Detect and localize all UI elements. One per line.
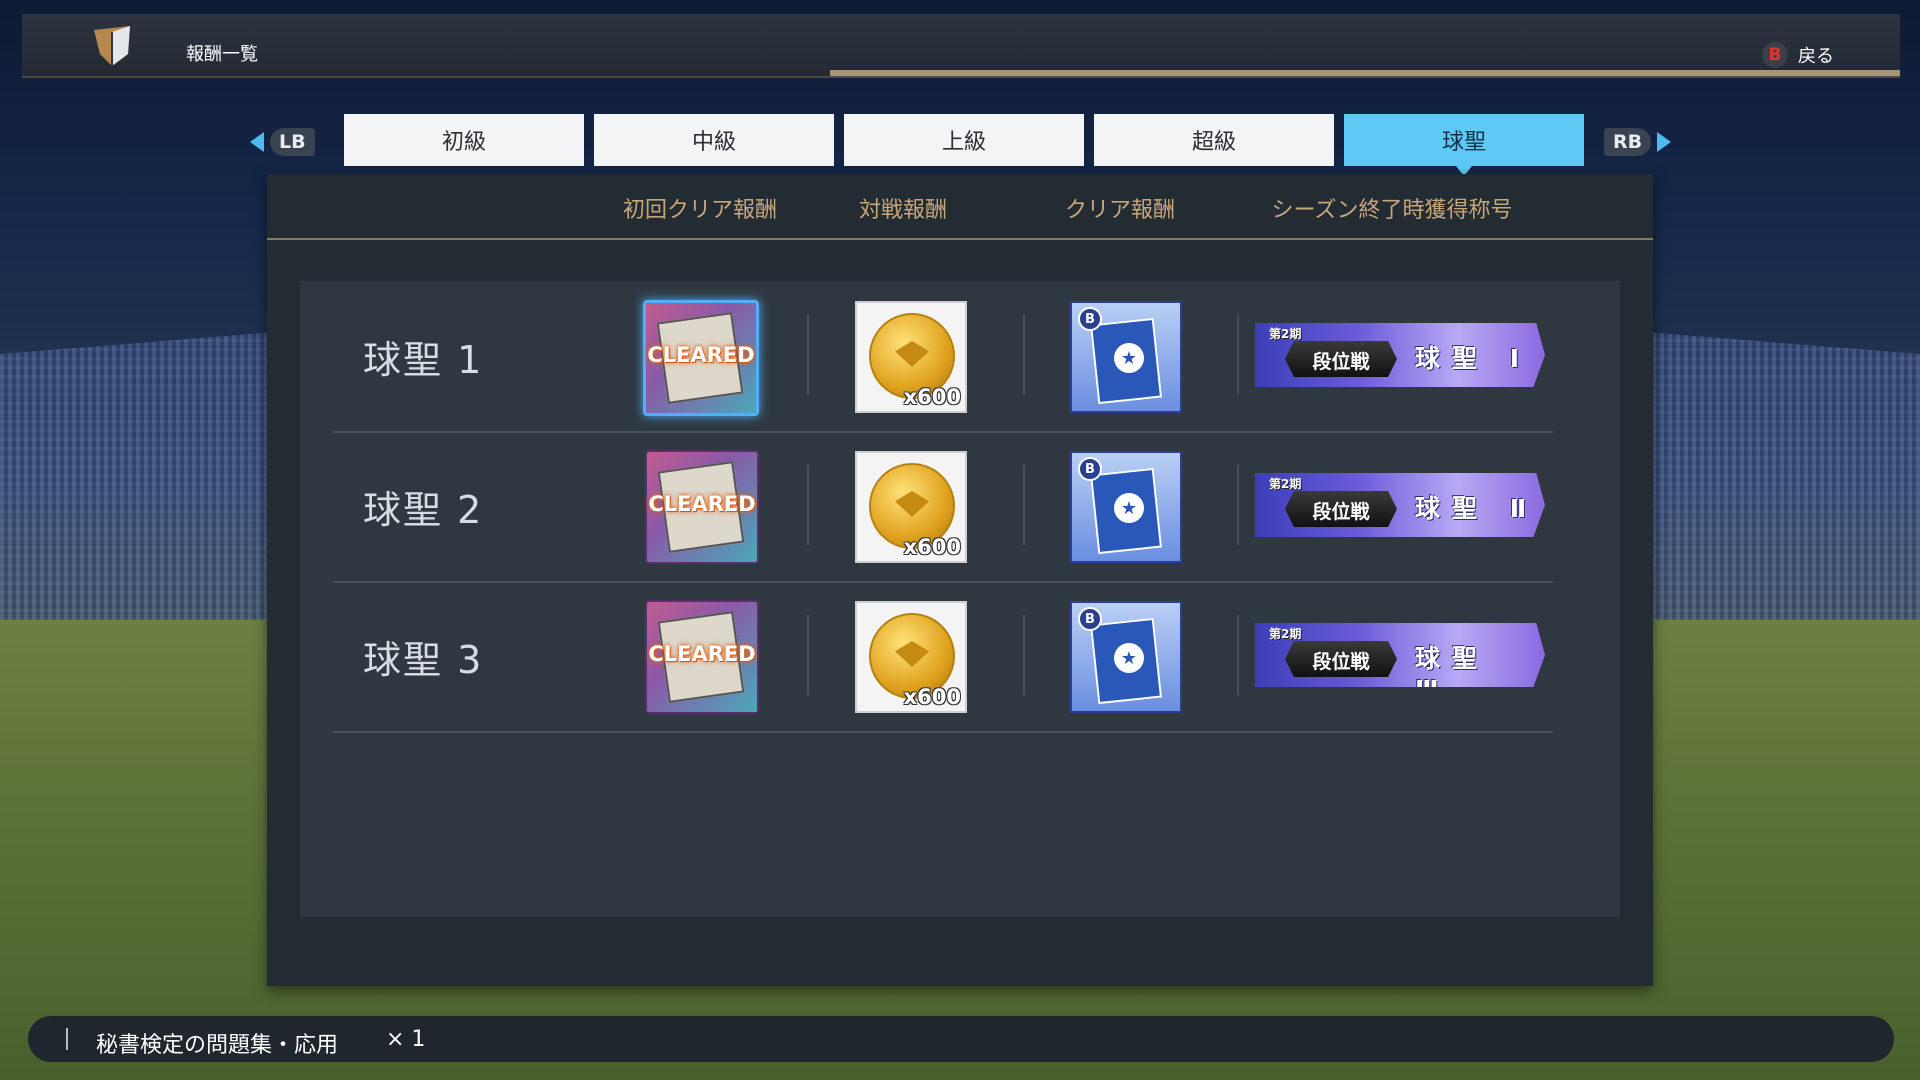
b-button-icon: B xyxy=(1762,42,1788,68)
divider xyxy=(807,465,809,545)
difficulty-tabs: LB 初級 中級 上級 超級 球聖 RB xyxy=(0,114,1920,176)
stadium-stands-right xyxy=(1620,330,1920,630)
battle-reward[interactable]: x600 xyxy=(855,451,967,563)
reward-row[interactable]: 球聖 1 CLEARED x600 ★ B 段位戦 第2期 球聖 Ⅰ xyxy=(333,281,1553,433)
emblem-icon: ★ xyxy=(1114,493,1144,523)
first-clear-reward[interactable]: CLEARED xyxy=(643,300,759,416)
row-label: 球聖 1 xyxy=(363,338,484,382)
cleared-stamp: CLEARED xyxy=(647,343,755,367)
title-badge-icon: 段位戦 xyxy=(1285,341,1397,377)
cleared-stamp: CLEARED xyxy=(648,642,756,666)
ballpark-mark-icon xyxy=(895,341,929,367)
back-label: 戻る xyxy=(1798,46,1834,67)
emblem-icon: ★ xyxy=(1114,343,1144,373)
item-info-bar: 秘書検定の問題集・応用 × 1 xyxy=(28,1016,1894,1062)
divider xyxy=(807,615,809,695)
column-clear: クリア報酬 xyxy=(1064,198,1175,223)
divider xyxy=(1237,465,1239,545)
divider xyxy=(807,315,809,395)
tab-shokyu[interactable]: 初級 xyxy=(344,114,584,166)
title-left-text: 段位戦 xyxy=(1312,651,1370,673)
arrow-right-icon xyxy=(1657,132,1672,152)
season-title-badge[interactable]: 段位戦 第2期 球聖 Ⅱ xyxy=(1255,473,1545,537)
rewards-panel: 初回クリア報酬 対戦報酬 クリア報酬 シーズン終了時獲得称号 球聖 1 CLEA… xyxy=(267,174,1653,986)
column-battle: 対戦報酬 xyxy=(858,198,947,223)
title-season: 第2期 xyxy=(1269,627,1302,641)
rb-bumper[interactable]: RB xyxy=(1604,128,1672,156)
tab-kyusei[interactable]: 球聖 xyxy=(1344,114,1584,176)
reward-row[interactable]: 球聖 3 CLEARED x600 ★ B 段位戦 第2期 球聖 Ⅲ xyxy=(333,581,1553,733)
card-rank-badge: B xyxy=(1078,457,1102,481)
divider xyxy=(1237,615,1239,695)
ballpark-mark-icon xyxy=(895,491,929,517)
title-season: 第2期 xyxy=(1269,327,1302,341)
title-right-text: 球聖 Ⅱ xyxy=(1415,494,1539,523)
divider xyxy=(1023,315,1025,395)
title-badge-icon: 段位戦 xyxy=(1285,641,1397,677)
title-left-text: 段位戦 xyxy=(1312,351,1370,373)
logo-icon xyxy=(90,24,134,68)
card-rank-badge: B xyxy=(1078,307,1102,331)
rb-label: RB xyxy=(1604,128,1652,156)
card-rank-badge: B xyxy=(1078,607,1102,631)
divider xyxy=(1237,315,1239,395)
season-title-badge[interactable]: 段位戦 第2期 球聖 Ⅰ xyxy=(1255,323,1545,387)
coin-quantity: x600 xyxy=(903,685,961,709)
divider xyxy=(1023,615,1025,695)
divider xyxy=(1023,465,1025,545)
tab-chukyu[interactable]: 中級 xyxy=(594,114,834,166)
rewards-list: 球聖 1 CLEARED x600 ★ B 段位戦 第2期 球聖 Ⅰ 球聖 2 … xyxy=(300,281,1620,917)
row-label: 球聖 2 xyxy=(363,488,484,532)
title-left-text: 段位戦 xyxy=(1312,501,1370,523)
back-button[interactable]: B 戻る xyxy=(1762,42,1834,68)
clear-reward[interactable]: ★ B xyxy=(1070,451,1182,563)
lb-label: LB xyxy=(270,128,315,156)
first-clear-reward[interactable]: CLEARED xyxy=(645,450,759,564)
column-first-clear: 初回クリア報酬 xyxy=(622,198,777,223)
cleared-stamp: CLEARED xyxy=(648,492,756,516)
tab-chokyu[interactable]: 超級 xyxy=(1094,114,1334,166)
first-clear-reward[interactable]: CLEARED xyxy=(645,600,759,714)
season-title-badge[interactable]: 段位戦 第2期 球聖 Ⅲ xyxy=(1255,623,1545,687)
stadium-stands-left xyxy=(0,330,300,630)
title-season: 第2期 xyxy=(1269,477,1302,491)
column-headers: 初回クリア報酬 対戦報酬 クリア報酬 シーズン終了時獲得称号 xyxy=(267,174,1653,240)
battle-reward[interactable]: x600 xyxy=(855,301,967,413)
title-badge-icon: 段位戦 xyxy=(1285,491,1397,527)
coin-quantity: x600 xyxy=(903,535,961,559)
title-right-text: 球聖 Ⅰ xyxy=(1415,344,1532,373)
tab-jokyu[interactable]: 上級 xyxy=(844,114,1084,166)
ballpark-mark-icon xyxy=(895,641,929,667)
row-label: 球聖 3 xyxy=(363,638,484,682)
battle-reward[interactable]: x600 xyxy=(855,601,967,713)
header-bar: 報酬一覧 B 戻る xyxy=(22,14,1900,78)
item-name: 秘書検定の問題集・応用 xyxy=(96,1033,339,1058)
header-underline xyxy=(830,70,1900,76)
footer-divider xyxy=(66,1028,68,1050)
title-right-text: 球聖 Ⅲ xyxy=(1415,644,1490,704)
item-quantity: × 1 xyxy=(386,1027,426,1052)
reward-row[interactable]: 球聖 2 CLEARED x600 ★ B 段位戦 第2期 球聖 Ⅱ xyxy=(333,431,1553,583)
coin-quantity: x600 xyxy=(903,385,961,409)
clear-reward[interactable]: ★ B xyxy=(1070,301,1182,413)
column-season-title: シーズン終了時獲得称号 xyxy=(1271,198,1513,223)
clear-reward[interactable]: ★ B xyxy=(1070,601,1182,713)
lb-bumper[interactable]: LB xyxy=(250,128,315,156)
arrow-left-icon xyxy=(250,132,264,152)
page-title: 報酬一覧 xyxy=(186,44,258,65)
emblem-icon: ★ xyxy=(1114,643,1144,673)
